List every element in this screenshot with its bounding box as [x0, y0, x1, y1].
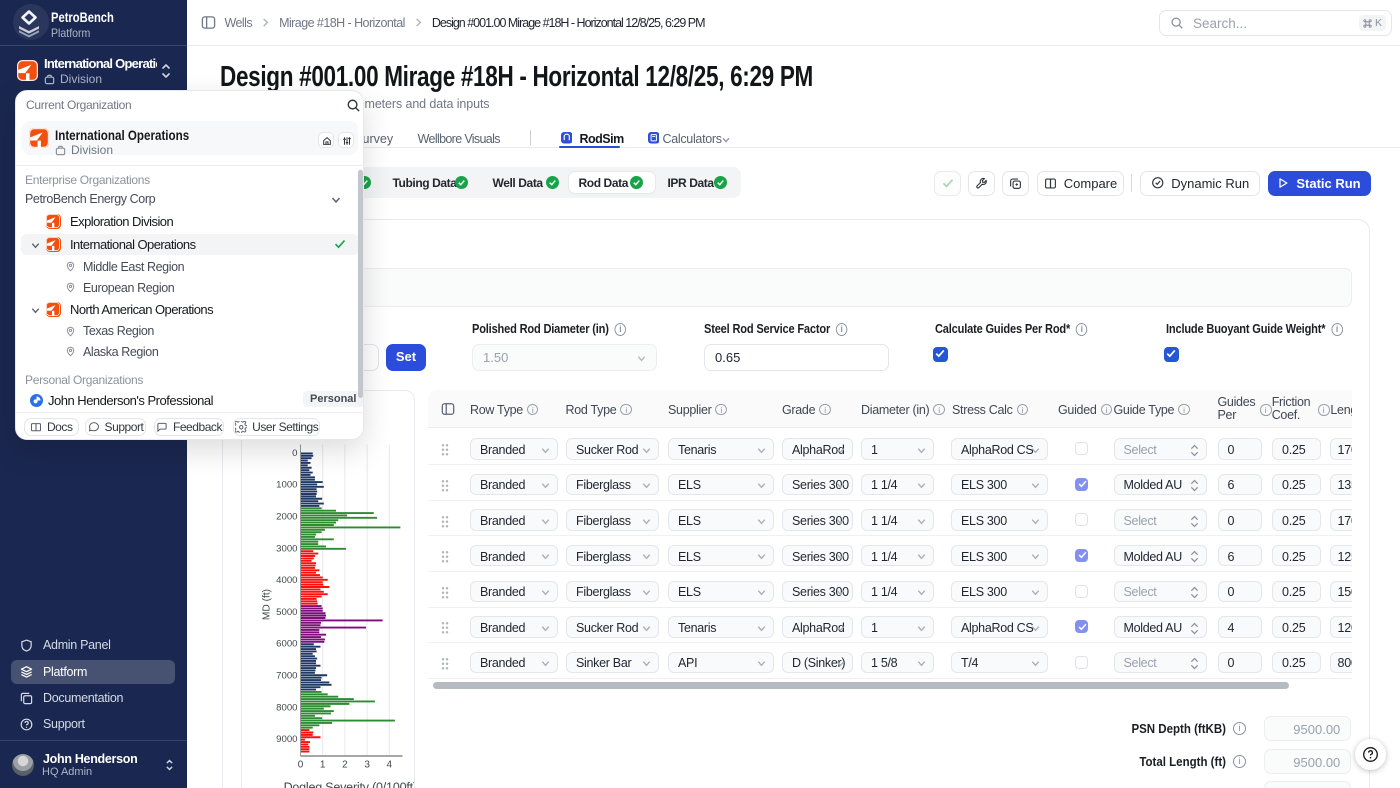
svg-text:0: 0 — [292, 448, 297, 459]
svg-text:8000: 8000 — [276, 702, 297, 713]
svg-text:7000: 7000 — [276, 671, 297, 682]
svg-text:3000: 3000 — [276, 543, 297, 554]
svg-text:3: 3 — [364, 760, 370, 771]
svg-text:Dogleg Severity (0/100ft): Dogleg Severity (0/100ft) — [283, 781, 414, 788]
svg-text:6000: 6000 — [276, 639, 297, 650]
svg-text:5000: 5000 — [276, 607, 297, 618]
svg-text:MD (ft): MD (ft) — [261, 589, 272, 620]
svg-text:9000: 9000 — [276, 734, 297, 745]
svg-text:1: 1 — [319, 760, 325, 771]
svg-text:4: 4 — [386, 760, 392, 771]
svg-text:2: 2 — [342, 760, 348, 771]
svg-text:2000: 2000 — [276, 512, 297, 523]
svg-text:0: 0 — [297, 760, 303, 771]
svg-text:1000: 1000 — [276, 480, 297, 491]
svg-text:4000: 4000 — [276, 575, 297, 586]
